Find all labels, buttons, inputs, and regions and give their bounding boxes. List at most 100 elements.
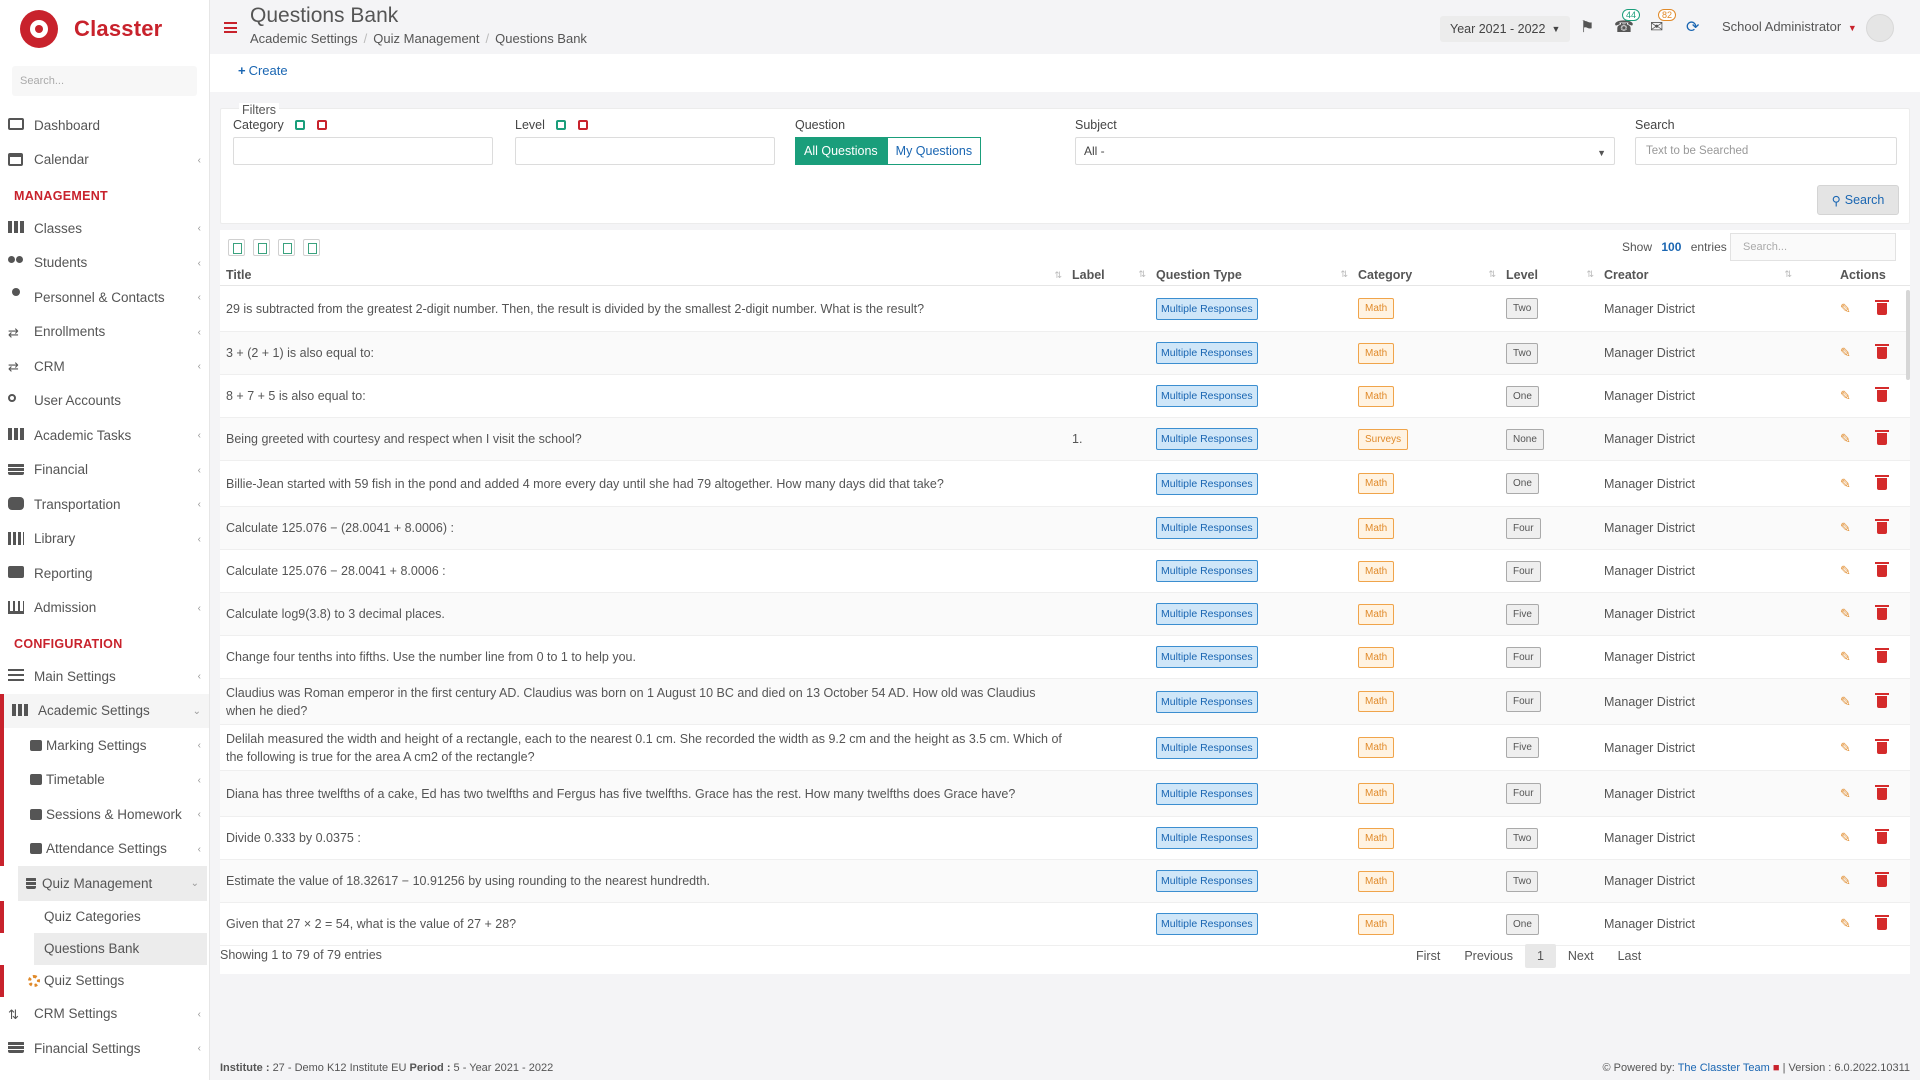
edit-pencil-icon[interactable]: ✎ xyxy=(1840,301,1851,317)
breadcrumb-item[interactable]: Quiz Management xyxy=(373,31,479,46)
table-row[interactable]: Delilah measured the width and height of… xyxy=(220,725,1910,771)
clear-selection-icon[interactable] xyxy=(577,120,588,130)
table-row[interactable]: Calculate 125.076 − 28.0041 + 8.0006 : Mu… xyxy=(220,550,1910,593)
sidebar-item-quiz-management[interactable]: Quiz Management ⌄ xyxy=(18,866,207,901)
excel-export-icon[interactable] xyxy=(253,239,270,256)
table-row[interactable]: 8 + 7 + 5 is also equal to: Multiple Resp… xyxy=(220,375,1910,418)
breadcrumb-item[interactable]: Academic Settings xyxy=(250,31,358,46)
delete-trash-icon[interactable] xyxy=(1874,474,1889,490)
edit-pencil-icon[interactable]: ✎ xyxy=(1840,694,1851,710)
search-button[interactable]: ⚲ Search xyxy=(1817,185,1899,215)
edit-pencil-icon[interactable]: ✎ xyxy=(1840,830,1851,846)
page-length-select[interactable]: 100 xyxy=(1661,240,1681,254)
copy-icon[interactable] xyxy=(303,239,320,256)
sidebar-item-crm[interactable]: ⇄ CRM ‹ xyxy=(0,349,209,384)
edit-pencil-icon[interactable]: ✎ xyxy=(1840,345,1851,361)
csv-export-icon[interactable] xyxy=(278,239,295,256)
edit-pencil-icon[interactable]: ✎ xyxy=(1840,649,1851,665)
column-header-label[interactable]: Label ⇅ xyxy=(1066,264,1150,285)
edit-pencil-icon[interactable]: ✎ xyxy=(1840,431,1851,447)
delete-trash-icon[interactable] xyxy=(1874,915,1889,930)
table-row[interactable]: Estimate the value of 18.32617 − 10.9125… xyxy=(220,860,1910,903)
brand[interactable]: Classter xyxy=(0,0,209,58)
sidebar-item-classes[interactable]: Classes ‹ xyxy=(0,211,209,246)
table-row[interactable]: Calculate 125.076 − (28.0041 + 8.0006) :… xyxy=(220,507,1910,550)
sidebar-search-input[interactable]: Search... xyxy=(12,66,197,96)
print-icon[interactable] xyxy=(228,239,245,256)
pager-previous[interactable]: Previous xyxy=(1452,944,1525,968)
table-row[interactable]: Diana has three twelfths of a cake, Ed h… xyxy=(220,771,1910,817)
sidebar-item-personnel-contacts[interactable]: Personnel & Contacts ‹ xyxy=(0,280,209,315)
select-all-icon[interactable] xyxy=(295,120,306,130)
column-header-creator[interactable]: Creator ⇅ xyxy=(1598,264,1796,285)
create-button[interactable]: + Create xyxy=(238,63,288,78)
edit-pencil-icon[interactable]: ✎ xyxy=(1840,388,1851,404)
table-row[interactable]: Billie-Jean started with 59 fish in the … xyxy=(220,461,1910,507)
user-menu[interactable]: School Administrator ▼ xyxy=(1722,19,1857,34)
column-header-question-type[interactable]: Question Type ⇅ xyxy=(1150,264,1352,285)
pager-next[interactable]: Next xyxy=(1556,944,1606,968)
table-row[interactable]: Being greeted with courtesy and respect … xyxy=(220,418,1910,461)
table-row[interactable]: Calculate log9(3.8) to 3 decimal places.… xyxy=(220,593,1910,636)
column-header-level[interactable]: Level ⇅ xyxy=(1500,264,1598,285)
sidebar-item-user-accounts[interactable]: User Accounts xyxy=(0,384,209,419)
table-row[interactable]: 3 + (2 + 1) is also equal to: Multiple Re… xyxy=(220,332,1910,375)
year-select[interactable]: Year 2021 - 2022 ▼ xyxy=(1440,16,1571,42)
sidebar-item-academic-settings[interactable]: Academic Settings ⌄ xyxy=(0,693,209,728)
pager-last[interactable]: Last xyxy=(1606,944,1654,968)
bell-icon[interactable]: ☎ 44 xyxy=(1614,9,1641,37)
sidebar-item-enrollments[interactable]: ⇄ Enrollments ‹ xyxy=(0,315,209,350)
sidebar-item-dashboard[interactable]: Dashboard xyxy=(0,108,209,143)
subject-select[interactable]: All - ▼ xyxy=(1075,137,1615,165)
sidebar-item-library[interactable]: Library ‹ xyxy=(0,522,209,557)
delete-trash-icon[interactable] xyxy=(1874,387,1889,402)
delete-trash-icon[interactable] xyxy=(1874,519,1889,534)
table-search-input[interactable]: Search... xyxy=(1730,233,1896,261)
sidebar-item-crm-settings[interactable]: ⇅ CRM Settings ‹ xyxy=(0,997,209,1032)
sidebar-item-students[interactable]: Students ‹ xyxy=(0,246,209,281)
delete-trash-icon[interactable] xyxy=(1874,692,1889,708)
edit-pencil-icon[interactable]: ✎ xyxy=(1840,476,1851,492)
edit-pencil-icon[interactable]: ✎ xyxy=(1840,786,1851,802)
sidebar-item-marking-settings[interactable]: Marking Settings ‹ xyxy=(0,728,209,763)
edit-pencil-icon[interactable]: ✎ xyxy=(1840,606,1851,622)
menu-toggle-icon[interactable] xyxy=(224,22,237,33)
column-header-category[interactable]: Category ⇅ xyxy=(1352,264,1500,285)
table-row[interactable]: Given that 27 × 2 = 54, what is the valu… xyxy=(220,903,1910,946)
edit-pencil-icon[interactable]: ✎ xyxy=(1840,916,1851,932)
sidebar-item-main-settings[interactable]: Main Settings ‹ xyxy=(0,659,209,694)
clear-selection-icon[interactable] xyxy=(316,120,327,130)
sidebar-item-attendance-settings[interactable]: Attendance Settings ‹ xyxy=(0,831,209,866)
sidebar-item-sessions-homework[interactable]: Sessions & Homework ‹ xyxy=(0,797,209,832)
sidebar-item-timetable[interactable]: Timetable ‹ xyxy=(0,762,209,797)
delete-trash-icon[interactable] xyxy=(1874,648,1889,663)
table-row[interactable]: Claudius was Roman emperor in the first … xyxy=(220,679,1910,725)
pager-first[interactable]: First xyxy=(1404,944,1452,968)
delete-trash-icon[interactable] xyxy=(1874,829,1889,844)
table-scrollbar[interactable] xyxy=(1906,290,1910,380)
delete-trash-icon[interactable] xyxy=(1874,738,1889,754)
sidebar-item-financial-settings[interactable]: Financial Settings ‹ xyxy=(0,1031,209,1066)
edit-pencil-icon[interactable]: ✎ xyxy=(1840,740,1851,756)
pager-page-1[interactable]: 1 xyxy=(1524,944,1556,968)
edit-pencil-icon[interactable]: ✎ xyxy=(1840,520,1851,536)
table-row[interactable]: Divide 0.333 by 0.0375 : Multiple Respons… xyxy=(220,817,1910,860)
delete-trash-icon[interactable] xyxy=(1874,562,1889,577)
sidebar-item-reporting[interactable]: Reporting xyxy=(0,556,209,591)
sidebar-item-questions-bank[interactable]: Questions Bank xyxy=(34,932,207,965)
flag-icon[interactable]: ⚑ xyxy=(1580,17,1594,37)
edit-pencil-icon[interactable]: ✎ xyxy=(1840,873,1851,889)
my-questions-button[interactable]: My Questions xyxy=(886,137,982,165)
sidebar-item-admission[interactable]: Admission ‹ xyxy=(0,591,209,626)
delete-trash-icon[interactable] xyxy=(1874,784,1889,800)
powered-link[interactable]: The Classter Team xyxy=(1678,1062,1770,1074)
delete-trash-icon[interactable] xyxy=(1874,344,1889,359)
column-header-title[interactable]: Title ⇅ xyxy=(220,264,1066,285)
select-all-icon[interactable] xyxy=(556,120,567,130)
sidebar-item-transportation[interactable]: Transportation ‹ xyxy=(0,487,209,522)
classter-swirl-icon[interactable]: ⟳ xyxy=(1686,17,1699,37)
category-filter-input[interactable] xyxy=(233,137,493,165)
delete-trash-icon[interactable] xyxy=(1874,605,1889,620)
table-row[interactable]: Change four tenths into fifths. Use the … xyxy=(220,636,1910,679)
sidebar-item-calendar[interactable]: Calendar ‹ xyxy=(0,143,209,178)
